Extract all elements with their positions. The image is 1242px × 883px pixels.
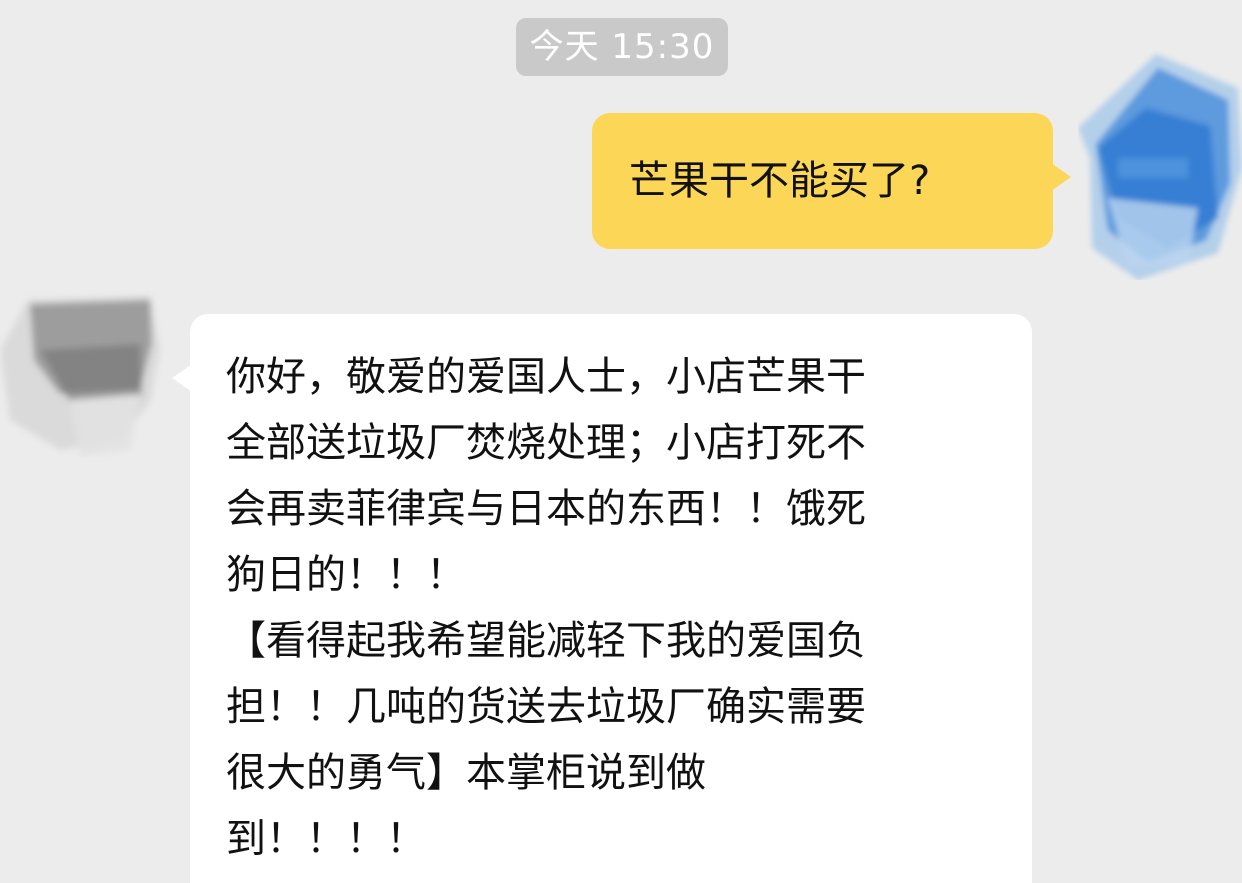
incoming-message-line: 全部送垃圾厂焚烧处理；小店打死不 [226, 420, 866, 466]
blurred-gray-avatar-icon [0, 296, 160, 456]
incoming-message-line: 担！！几吨的货送去垃圾厂确实需要 [226, 684, 866, 730]
chat-timestamp: 今天 15:30 [516, 18, 728, 76]
incoming-message-line: 狗日的！！！ [226, 552, 466, 598]
blurred-blue-avatar-icon [1078, 54, 1242, 280]
outgoing-message-bubble[interactable]: 芒果干不能买了? [592, 113, 1071, 249]
self-avatar[interactable] [1078, 48, 1242, 280]
incoming-message-line: 会再卖菲律宾与日本的东西！！饿死 [226, 486, 866, 532]
incoming-message-line: 很大的勇气】本掌柜说到做 [226, 750, 706, 796]
chat-window: 今天 15:30 芒果干不能买了? 你好，敬爱的爱国人士，小店芒果干 全部送垃圾… [0, 0, 1242, 883]
incoming-message-line: 到！！！！ [226, 816, 426, 862]
bubble-tail [1051, 163, 1071, 191]
bubble-tail [172, 364, 192, 392]
contact-avatar[interactable] [0, 290, 175, 458]
incoming-message-line: 你好，敬爱的爱国人士，小店芒果干 [226, 354, 866, 400]
incoming-message-line: 【看得起我希望能减轻下我的爱国负 [226, 618, 866, 664]
incoming-message-bubble[interactable]: 你好，敬爱的爱国人士，小店芒果干 全部送垃圾厂焚烧处理；小店打死不 会再卖菲律宾… [172, 314, 1032, 883]
outgoing-message-text: 芒果干不能买了? [629, 158, 931, 204]
